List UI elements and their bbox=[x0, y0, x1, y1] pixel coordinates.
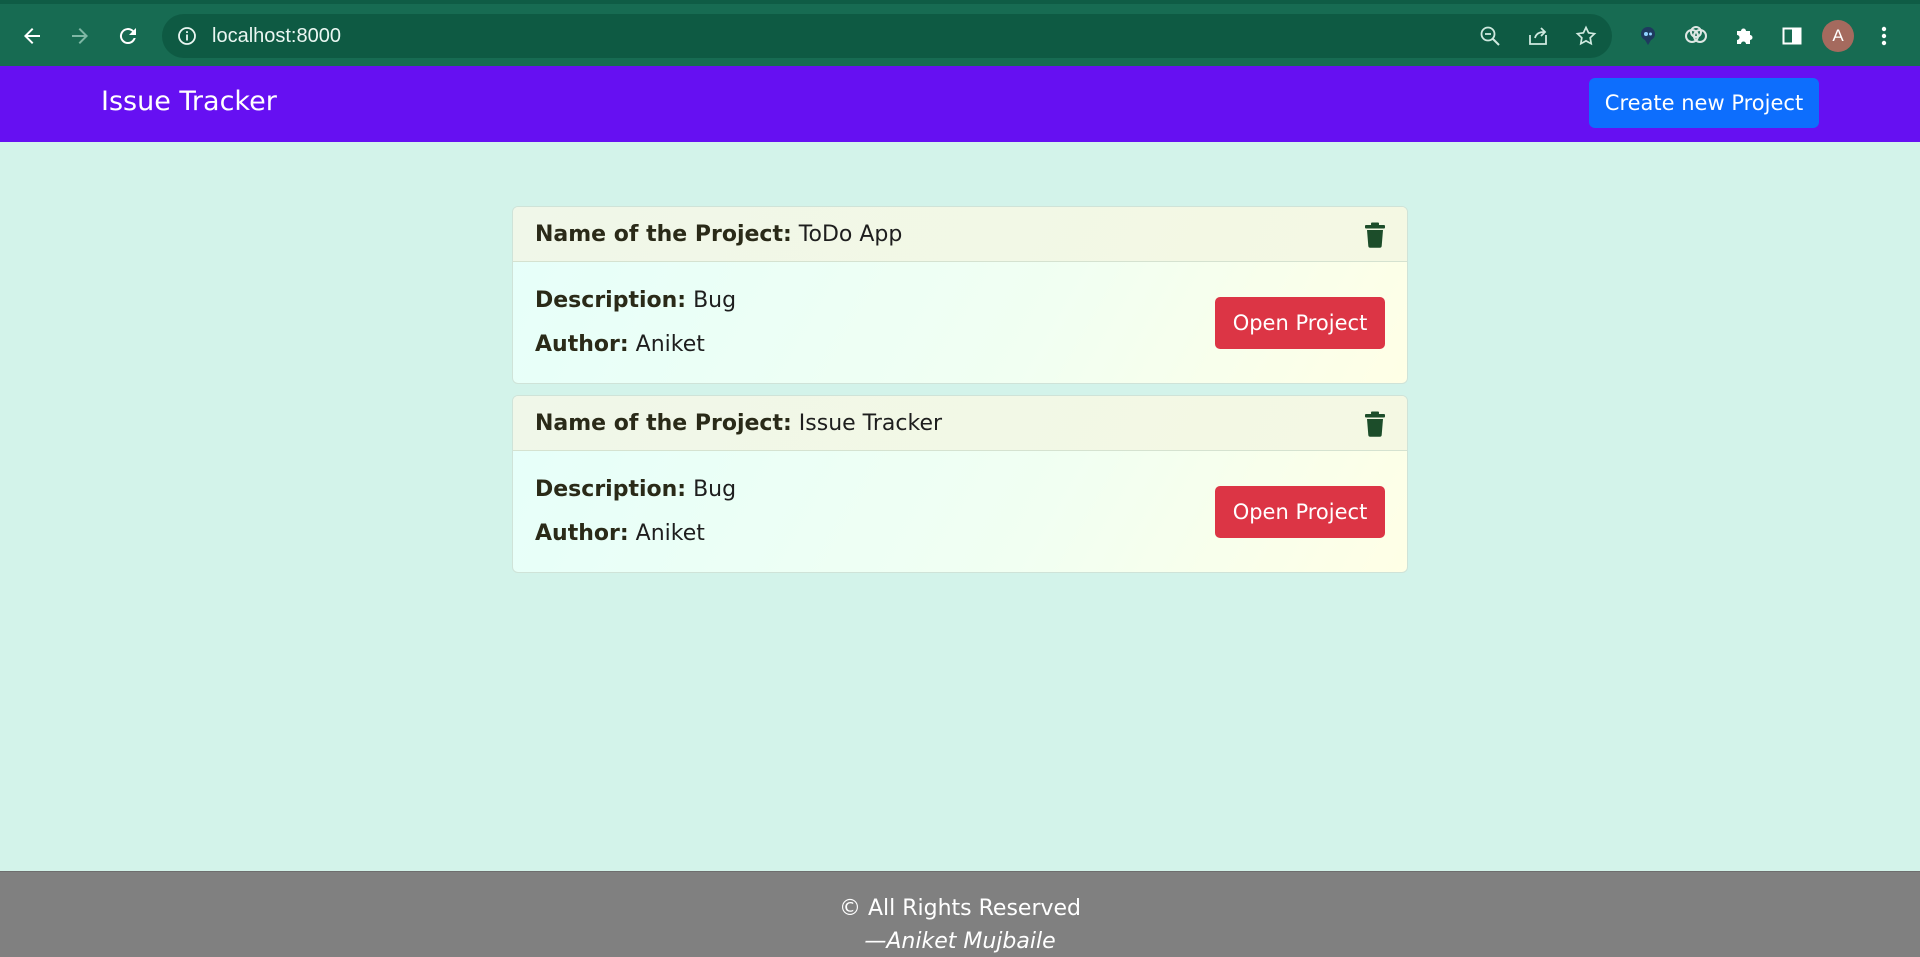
brand-title[interactable]: Issue Tracker bbox=[101, 86, 277, 117]
description-value: Bug bbox=[693, 477, 737, 502]
avatar[interactable]: A bbox=[1822, 20, 1854, 52]
trash-icon[interactable] bbox=[1363, 411, 1387, 437]
project-name: Name of the Project: Issue Tracker bbox=[535, 411, 942, 436]
project-name-label: Name of the Project: bbox=[535, 222, 792, 247]
card-header: Name of the Project: ToDo App bbox=[513, 207, 1407, 262]
puzzle-icon[interactable] bbox=[1726, 18, 1762, 54]
project-name-label: Name of the Project: bbox=[535, 411, 792, 436]
project-card: Name of the Project: Issue Tracker Descr… bbox=[512, 395, 1408, 573]
project-author: Author: Aniket bbox=[535, 521, 705, 546]
description-label: Description: bbox=[535, 288, 687, 313]
side-panel-icon[interactable] bbox=[1774, 18, 1810, 54]
copyright-text: © All Rights Reserved bbox=[838, 896, 1082, 921]
page-footer: © All Rights Reserved —Aniket Mujbaile bbox=[0, 871, 1920, 957]
author-label: Author: bbox=[535, 521, 629, 546]
project-description: Description: Bug bbox=[535, 288, 736, 313]
card-body: Description: Bug Author: Aniket Open Pro… bbox=[513, 262, 1407, 383]
open-project-button[interactable]: Open Project bbox=[1215, 297, 1385, 349]
open-project-button[interactable]: Open Project bbox=[1215, 486, 1385, 538]
project-name-value: Issue Tracker bbox=[798, 411, 943, 436]
project-description: Description: Bug bbox=[535, 477, 736, 502]
reload-icon[interactable] bbox=[110, 18, 146, 54]
share-icon[interactable] bbox=[1520, 20, 1556, 52]
author-value: Aniket bbox=[635, 332, 705, 357]
star-icon[interactable] bbox=[1568, 20, 1604, 52]
back-arrow-icon[interactable] bbox=[14, 18, 50, 54]
project-author: Author: Aniket bbox=[535, 332, 705, 357]
app-navbar: Issue Tracker Create new Project bbox=[0, 66, 1920, 142]
author-label: Author: bbox=[535, 332, 629, 357]
address-bar[interactable]: localhost:8000 bbox=[162, 14, 1612, 58]
create-project-button[interactable]: Create new Project bbox=[1589, 78, 1819, 128]
url-text[interactable]: localhost:8000 bbox=[212, 25, 341, 48]
extension-icon[interactable] bbox=[1630, 18, 1666, 54]
project-name-value: ToDo App bbox=[798, 222, 903, 247]
trash-icon[interactable] bbox=[1363, 222, 1387, 248]
info-icon[interactable] bbox=[176, 25, 198, 47]
project-name: Name of the Project: ToDo App bbox=[535, 222, 902, 247]
author-signature: —Aniket Mujbaile bbox=[864, 929, 1056, 954]
extension-icon[interactable] bbox=[1678, 18, 1714, 54]
card-header: Name of the Project: Issue Tracker bbox=[513, 396, 1407, 451]
author-value: Aniket bbox=[635, 521, 705, 546]
browser-toolbar: localhost:8000 A bbox=[0, 0, 1920, 66]
description-value: Bug bbox=[693, 288, 737, 313]
forward-arrow-icon[interactable] bbox=[62, 18, 98, 54]
zoom-out-icon[interactable] bbox=[1472, 20, 1508, 52]
description-label: Description: bbox=[535, 477, 687, 502]
more-vert-icon[interactable] bbox=[1866, 18, 1902, 54]
project-card: Name of the Project: ToDo App Descriptio… bbox=[512, 206, 1408, 384]
project-list: Name of the Project: ToDo App Descriptio… bbox=[512, 206, 1408, 584]
card-body: Description: Bug Author: Aniket Open Pro… bbox=[513, 451, 1407, 572]
